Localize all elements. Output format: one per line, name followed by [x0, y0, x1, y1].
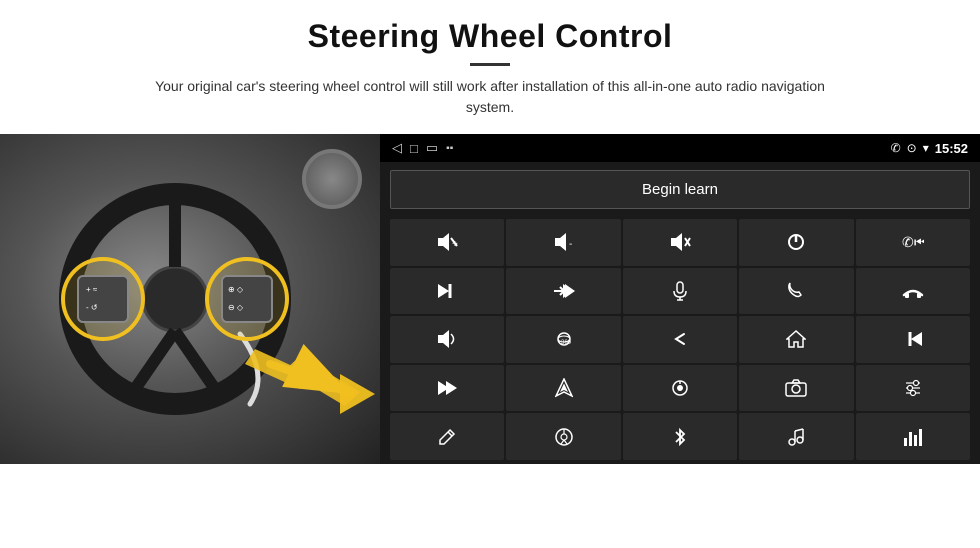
status-bar: ◁ □ ▭ ▪▪ ✆ ⊙ ▾ 15:52	[380, 134, 980, 162]
fast-fwd-button[interactable]	[390, 365, 504, 412]
back-button[interactable]	[623, 316, 737, 363]
eq-button[interactable]	[856, 365, 970, 412]
source-button[interactable]	[623, 365, 737, 412]
mute-button[interactable]	[623, 219, 737, 266]
content-area: + ≈ - ↺ ⊕ ◇ ⊖ ◇	[0, 134, 980, 548]
page-wrapper: Steering Wheel Control Your original car…	[0, 0, 980, 548]
begin-learn-button[interactable]: Begin learn	[390, 170, 970, 209]
status-left: ◁ □ ▭ ▪▪	[392, 140, 453, 156]
subtitle: Your original car's steering wheel contr…	[140, 76, 840, 118]
prev-prev-button[interactable]	[856, 316, 970, 363]
svg-text:-: -	[569, 239, 572, 250]
power-button[interactable]	[739, 219, 853, 266]
svg-text:⏮: ⏮	[914, 234, 924, 250]
page-title: Steering Wheel Control	[40, 18, 940, 55]
svg-text:- ↺: - ↺	[86, 303, 98, 312]
nav-button[interactable]	[506, 365, 620, 412]
svg-text:✆: ✆	[902, 234, 914, 250]
svg-text:360: 360	[561, 340, 572, 346]
phone-status-icon: ✆	[891, 141, 901, 155]
back-icon[interactable]: ◁	[392, 140, 402, 156]
status-right: ✆ ⊙ ▾ 15:52	[891, 141, 968, 156]
begin-learn-row: Begin learn	[380, 162, 980, 217]
steering-button[interactable]	[506, 413, 620, 460]
prev-track-end-button[interactable]: ✆⏮	[856, 219, 970, 266]
controls-grid: + - ✆⏮	[380, 217, 980, 464]
svg-text:+: +	[452, 239, 458, 250]
vol-up-button[interactable]: +	[390, 219, 504, 266]
location-status-icon: ⊙	[907, 141, 917, 155]
gear-icon[interactable]: ⚙	[950, 515, 968, 540]
vol-down-button[interactable]: -	[506, 219, 620, 266]
bluetooth-button[interactable]	[623, 413, 737, 460]
square-icon[interactable]: ▭	[426, 140, 438, 156]
hu-panel: ◁ □ ▭ ▪▪ ✆ ⊙ ▾ 15:52 Begin learn	[380, 134, 980, 464]
home-icon[interactable]: □	[410, 141, 418, 156]
call-button[interactable]	[739, 268, 853, 315]
home-button[interactable]	[739, 316, 853, 363]
ff-prev-button[interactable]	[506, 268, 620, 315]
pen-button[interactable]	[390, 413, 504, 460]
hang-up-button[interactable]	[856, 268, 970, 315]
svg-text:⊕ ◇: ⊕ ◇	[228, 285, 244, 294]
hu-panel-wrapper: ◁ □ ▭ ▪▪ ✆ ⊙ ▾ 15:52 Begin learn	[380, 134, 980, 548]
horn-button[interactable]	[390, 316, 504, 363]
clock: 15:52	[935, 141, 968, 156]
eq-bars-button[interactable]	[856, 413, 970, 460]
watermark: Seicane	[635, 517, 725, 540]
music-button[interactable]	[739, 413, 853, 460]
steering-wheel-svg: + ≈ - ↺ ⊕ ◇ ⊖ ◇	[0, 134, 380, 464]
svg-text:+ ≈: + ≈	[86, 285, 98, 294]
cam360-button[interactable]: 360	[506, 316, 620, 363]
title-divider	[470, 63, 510, 66]
steering-wheel-image: + ≈ - ↺ ⊕ ◇ ⊖ ◇	[0, 134, 380, 464]
camera-button[interactable]	[739, 365, 853, 412]
steering-bg: + ≈ - ↺ ⊕ ◇ ⊖ ◇	[0, 134, 380, 464]
mic-button[interactable]	[623, 268, 737, 315]
signal-icon: ▪▪	[446, 143, 453, 154]
next-track-button[interactable]	[390, 268, 504, 315]
svg-text:⊖ ◇: ⊖ ◇	[228, 303, 244, 312]
wifi-status-icon: ▾	[923, 141, 929, 155]
header-section: Steering Wheel Control Your original car…	[0, 0, 980, 126]
